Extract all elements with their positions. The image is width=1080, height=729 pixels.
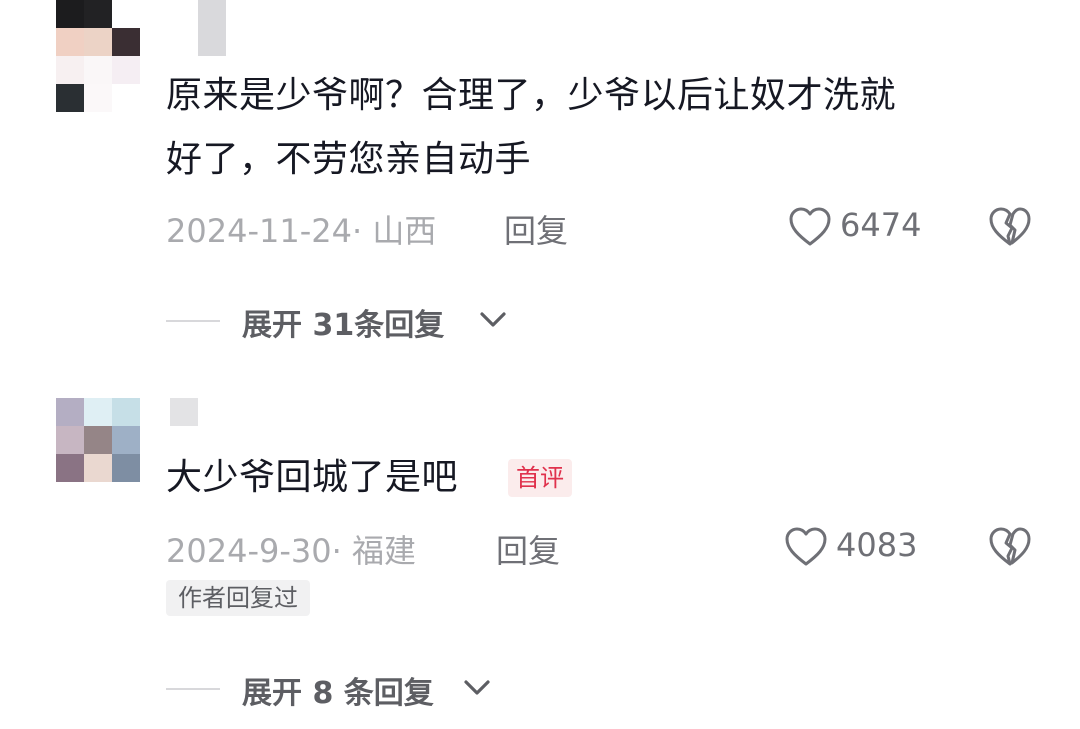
avatar[interactable] xyxy=(56,0,140,84)
like-count: 4083 xyxy=(836,526,918,564)
expand-replies-label[interactable]: 展开 8 条回复 xyxy=(242,668,434,712)
chevron-down-icon[interactable] xyxy=(478,308,508,332)
comment-text: 原来是少爷啊？合理了，少爷以后让奴才洗就 xyxy=(166,75,897,116)
first-comment-badge: 首评 xyxy=(508,459,572,497)
heart-outline-icon[interactable] xyxy=(788,206,832,248)
heart-outline-icon[interactable] xyxy=(784,526,828,568)
expand-divider xyxy=(166,688,220,690)
username-placeholder[interactable] xyxy=(170,398,198,426)
reply-button[interactable]: 回复 xyxy=(504,206,568,252)
author-replied-badge: 作者回复过 xyxy=(166,580,310,616)
expand-replies-label[interactable]: 展开 31条回复 xyxy=(242,300,444,344)
chevron-down-icon[interactable] xyxy=(462,676,492,700)
username-placeholder[interactable] xyxy=(198,0,226,56)
avatar-bottom-strip xyxy=(56,84,140,112)
comment-text: 好了，不劳您亲自动手 xyxy=(166,139,532,180)
comment-date-location: 2024-11-24· 山西 xyxy=(166,212,437,250)
broken-heart-icon[interactable] xyxy=(988,206,1032,248)
avatar[interactable] xyxy=(56,398,140,482)
expand-divider xyxy=(166,320,220,322)
comment-date-location: 2024-9-30· 福建 xyxy=(166,532,416,570)
like-count: 6474 xyxy=(840,206,922,244)
reply-button[interactable]: 回复 xyxy=(496,526,560,572)
broken-heart-icon[interactable] xyxy=(988,526,1032,568)
comment-text: 大少爷回城了是吧 xyxy=(166,457,459,498)
